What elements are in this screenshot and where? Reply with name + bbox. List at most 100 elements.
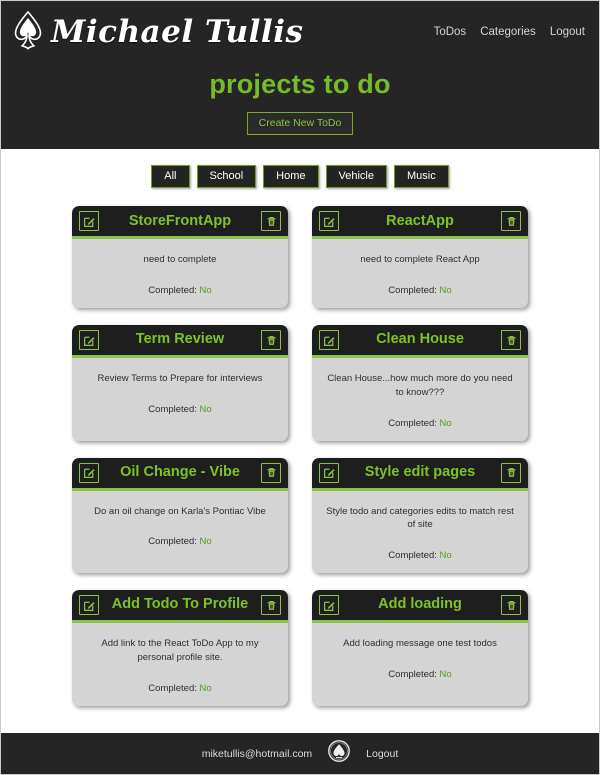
todo-status: Completed: No	[325, 550, 515, 561]
filter-button-home[interactable]: Home	[263, 164, 319, 189]
todo-status-value: No	[199, 536, 212, 548]
edit-pencil-icon[interactable]	[319, 595, 339, 616]
todo-title: Term Review	[135, 331, 225, 348]
trash-icon[interactable]	[261, 462, 281, 483]
todo-card-body: Add link to the React ToDo App to my per…	[72, 623, 288, 706]
todo-title: Add Todo To Profile	[111, 596, 249, 613]
todo-description: Add link to the React ToDo App to my per…	[101, 638, 259, 663]
todo-status-value: No	[199, 403, 212, 415]
footer: miketullis@hotmail.com Logout	[1, 733, 599, 774]
todo-status: Completed: No	[85, 404, 275, 415]
todo-card: Term Review Review Terms to Prepare for …	[72, 325, 288, 441]
todo-status-value: No	[199, 682, 212, 694]
todo-card-body: need to complete Completed: No	[72, 239, 288, 308]
spade-circle-icon	[327, 739, 351, 768]
header-band: Michael Tullis ToDos Categories Logout p…	[1, 1, 599, 149]
todo-status: Completed: No	[85, 536, 275, 547]
nav-link-categories[interactable]: Categories	[480, 26, 536, 38]
todo-card: Add Todo To Profile Add link to the Reac…	[72, 590, 288, 706]
edit-pencil-icon[interactable]	[79, 211, 99, 232]
todo-status-value: No	[439, 285, 452, 297]
todo-title: Oil Change - Vibe	[120, 463, 240, 480]
todo-card-header: Add Todo To Profile	[72, 590, 288, 624]
todo-card-body: Review Terms to Prepare for interviews Co…	[72, 358, 288, 441]
edit-pencil-icon[interactable]	[79, 330, 99, 351]
filter-button-all[interactable]: All	[151, 164, 190, 189]
brand-logo[interactable]: Michael Tullis	[11, 9, 303, 56]
filter-button-music[interactable]: Music	[393, 164, 449, 189]
trash-icon[interactable]	[261, 211, 281, 232]
create-new-todo-button[interactable]: Create New ToDo	[246, 112, 354, 135]
todo-status-label: Completed:	[388, 285, 437, 297]
todo-title: StoreFrontApp	[128, 212, 232, 229]
todo-status-value: No	[439, 668, 452, 680]
spade-emblem-icon	[11, 9, 45, 56]
category-filter-bar: All School Home Vehicle Music	[1, 164, 599, 189]
todo-card: Clean House Clean House...how much more …	[312, 325, 528, 441]
todo-card: Oil Change - Vibe Do an oil change on Ka…	[72, 457, 288, 574]
trash-icon[interactable]	[501, 330, 521, 351]
todo-card-body: need to complete React App Completed: No	[312, 239, 528, 308]
todo-description: Do an oil change on Karla's Pontiac Vibe	[94, 505, 266, 517]
todo-card-header: Style edit pages	[312, 457, 528, 491]
edit-pencil-icon[interactable]	[319, 330, 339, 351]
todo-description: Add loading message one test todos	[343, 638, 497, 650]
trash-icon[interactable]	[501, 462, 521, 483]
todo-card-body: Add loading message one test todos Comple…	[312, 623, 528, 706]
todo-card-header: Oil Change - Vibe	[72, 457, 288, 491]
trash-icon[interactable]	[501, 595, 521, 616]
trash-icon[interactable]	[261, 595, 281, 616]
page-title: projects to do	[209, 69, 391, 99]
nav-link-todos[interactable]: ToDos	[434, 26, 467, 38]
todo-card-header: Clean House	[312, 325, 528, 359]
todo-status-label: Completed:	[388, 550, 437, 562]
todo-description: Review Terms to Prepare for interviews	[97, 373, 263, 385]
edit-pencil-icon[interactable]	[319, 211, 339, 232]
todo-status-label: Completed:	[148, 403, 197, 415]
filter-button-vehicle[interactable]: Vehicle	[325, 164, 387, 189]
todo-card-header: ReactApp	[312, 206, 528, 240]
todo-card: StoreFrontApp need to complete Completed:…	[72, 206, 288, 309]
todo-card-body: Style todo and categories edits to match…	[312, 491, 528, 574]
todo-card-header: Term Review	[72, 325, 288, 359]
todo-card-header: Add loading	[312, 590, 528, 624]
todo-status-value: No	[439, 550, 452, 562]
todo-status-value: No	[439, 417, 452, 429]
todo-title: Add loading	[378, 596, 462, 613]
todo-card: ReactApp need to complete React App Compl…	[312, 206, 528, 309]
main-content: All School Home Vehicle Music StoreFront…	[1, 148, 599, 733]
todo-title: Clean House	[376, 331, 464, 348]
trash-icon[interactable]	[261, 330, 281, 351]
todo-card-body: Clean House...how much more do you need …	[312, 358, 528, 441]
filter-button-school[interactable]: School	[196, 164, 257, 189]
todo-status: Completed: No	[85, 683, 275, 694]
todo-status-label: Completed:	[388, 668, 437, 680]
todo-status-label: Completed:	[148, 536, 197, 548]
todo-status-value: No	[199, 285, 212, 297]
todo-title: ReactApp	[386, 212, 454, 229]
todo-card-grid: StoreFrontApp need to complete Completed:…	[1, 206, 599, 706]
todo-status: Completed: No	[325, 285, 515, 296]
todo-card-header: StoreFrontApp	[72, 206, 288, 240]
edit-pencil-icon[interactable]	[79, 462, 99, 483]
footer-logout-link[interactable]: Logout	[366, 748, 398, 760]
brand-name: Michael Tullis	[51, 13, 304, 50]
footer-email: miketullis@hotmail.com	[201, 747, 313, 760]
todo-description: Clean House...how much more do you need …	[327, 373, 513, 398]
todo-card: Style edit pages Style todo and categori…	[312, 457, 528, 574]
app-root: Michael Tullis ToDos Categories Logout p…	[0, 0, 600, 775]
todo-status: Completed: No	[325, 418, 515, 429]
create-todo-row: Create New ToDo	[1, 112, 599, 135]
nav-link-logout[interactable]: Logout	[550, 26, 585, 38]
edit-pencil-icon[interactable]	[79, 595, 99, 616]
todo-description: need to complete React App	[360, 254, 480, 266]
todo-status-label: Completed:	[148, 285, 197, 297]
todo-status: Completed: No	[85, 285, 275, 296]
trash-icon[interactable]	[501, 211, 521, 232]
todo-status-label: Completed:	[388, 417, 437, 429]
navbar: Michael Tullis ToDos Categories Logout	[1, 1, 599, 63]
todo-status-label: Completed:	[148, 682, 197, 694]
todo-title: Style edit pages	[364, 463, 476, 480]
edit-pencil-icon[interactable]	[319, 462, 339, 483]
todo-card-body: Do an oil change on Karla's Pontiac Vibe…	[72, 491, 288, 574]
